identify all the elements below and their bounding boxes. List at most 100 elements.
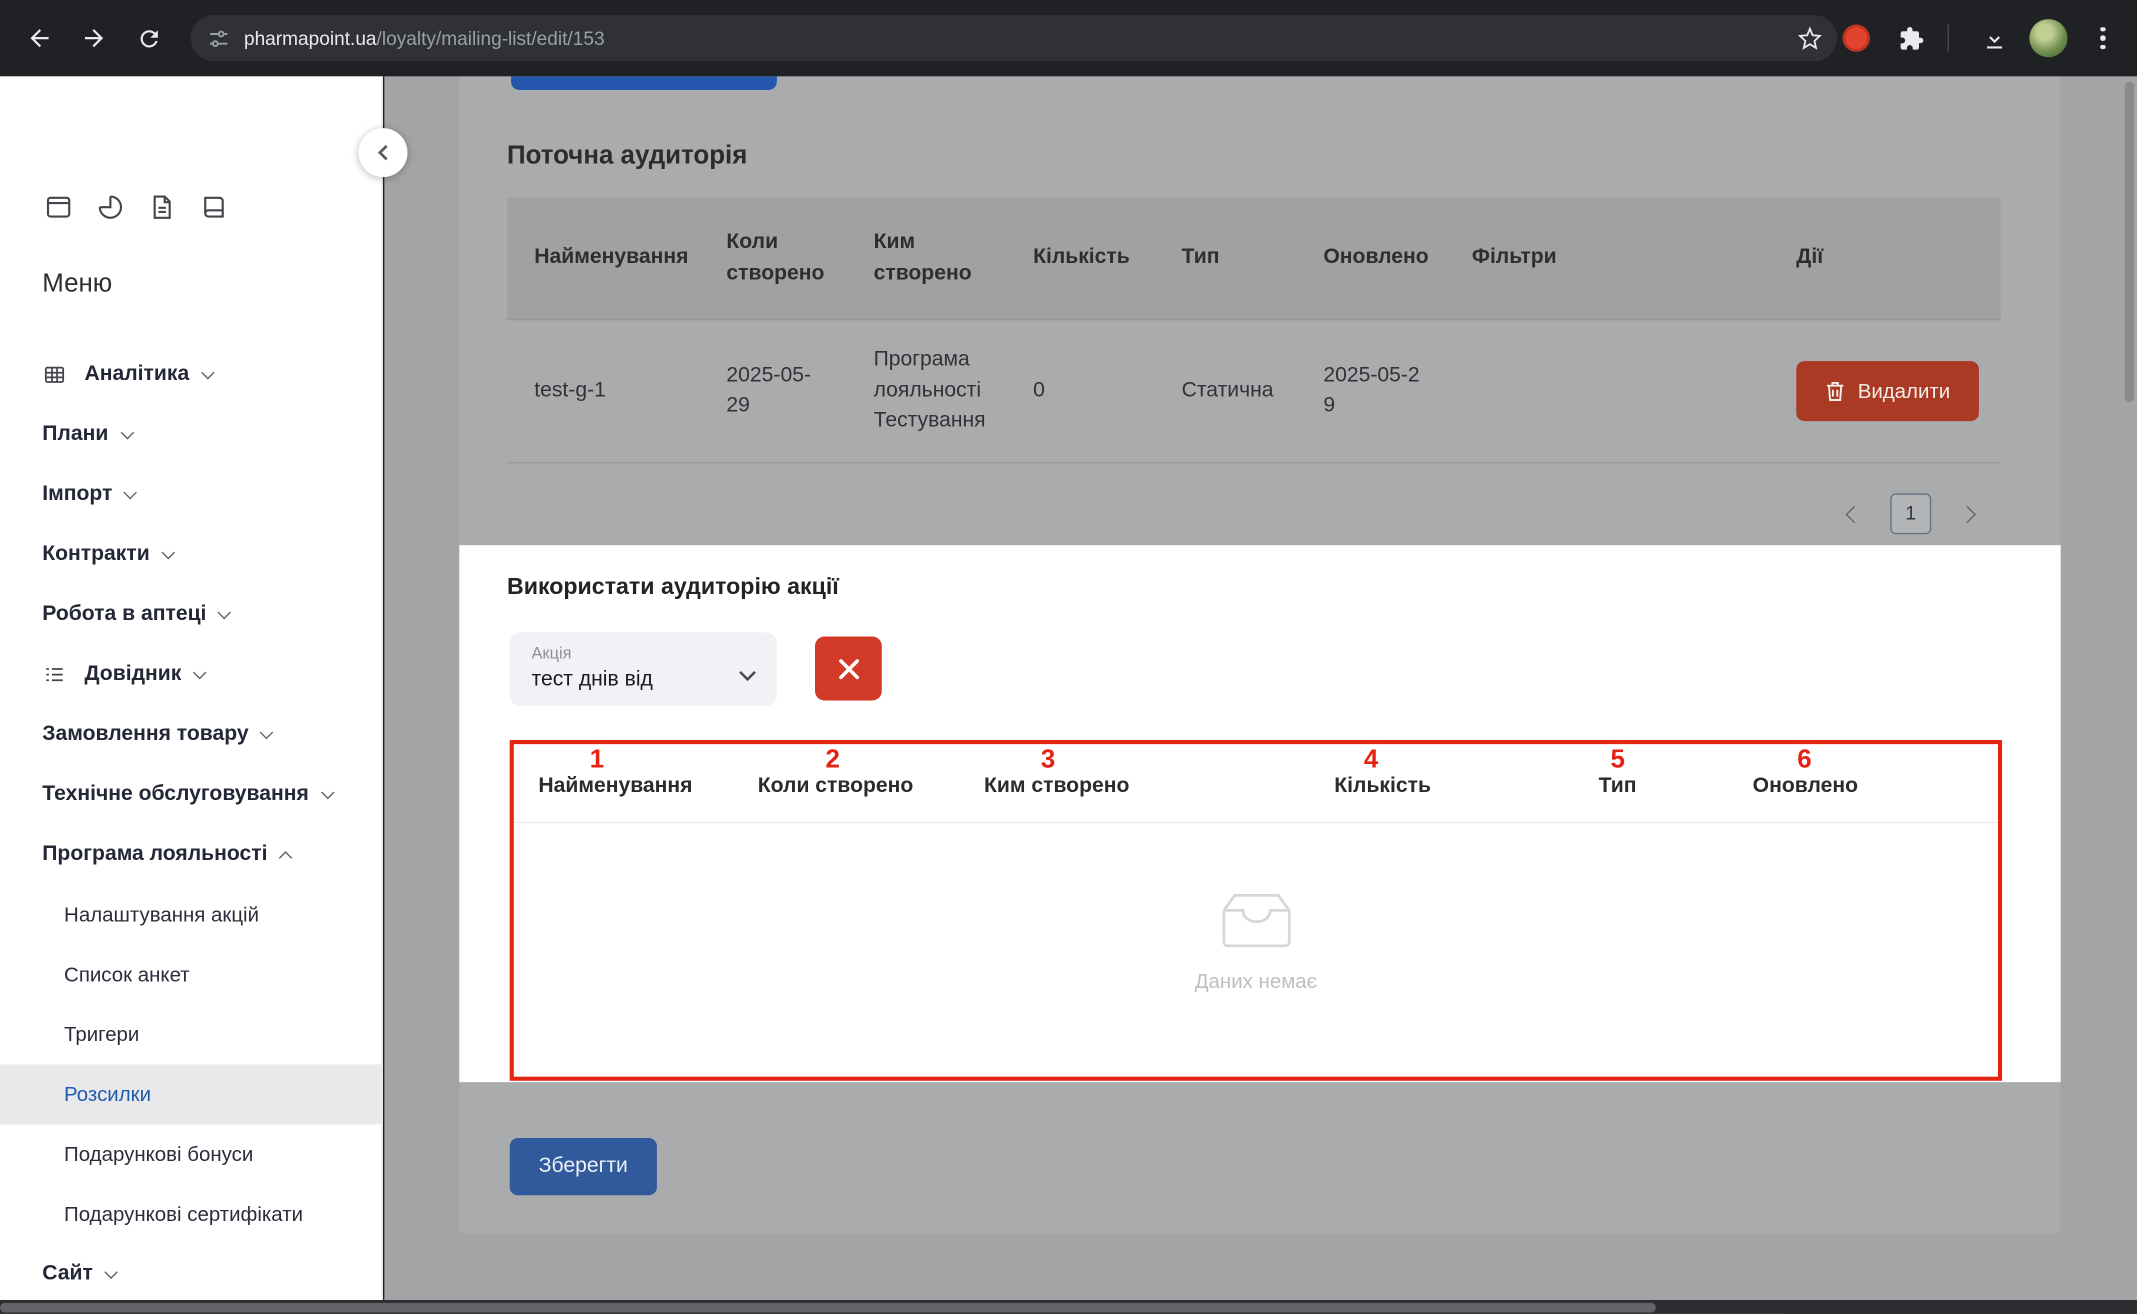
sidebar-item-directory[interactable]: Довідник [0, 645, 383, 705]
sidebar-item-import[interactable]: Імпорт [0, 465, 383, 525]
page-number[interactable]: 1 [1890, 493, 1931, 534]
profile-button[interactable] [2025, 15, 2071, 61]
sidebar-quick-icons [42, 191, 230, 224]
annotation-number-2: 2 [826, 745, 840, 775]
sidebar-item-label: Робота в аптеці [42, 602, 206, 627]
horizontal-scrollbar-thumb[interactable] [0, 1302, 1656, 1312]
vertical-scrollbar-thumb[interactable] [2125, 82, 2135, 402]
column-header: Найменування [507, 198, 699, 319]
chevron-up-icon [279, 851, 292, 864]
clipped-top-button[interactable] [511, 76, 777, 90]
sidebar-item-label: Контракти [42, 542, 149, 567]
current-audience-title: Поточна аудиторія [507, 142, 747, 172]
toolbar-divider [1948, 25, 1949, 52]
chevron-down-icon [104, 1265, 117, 1278]
cell-count: 0 [1006, 320, 1155, 462]
forward-icon [80, 25, 107, 52]
table-header-row: Найменування Коли створено Ким створено … [514, 744, 1998, 823]
horizontal-scrollbar[interactable] [0, 1300, 2137, 1314]
annotation-number-6: 6 [1797, 745, 1811, 775]
sidebar-item-loyalty-program[interactable]: Програма лояльності [0, 825, 383, 885]
browser-menu-button[interactable] [2080, 15, 2126, 61]
sidebar-collapse-button[interactable] [358, 128, 407, 177]
sidebar-item-site[interactable]: Сайт [0, 1244, 383, 1304]
forward-button[interactable] [71, 15, 117, 61]
annotation-number-5: 5 [1611, 745, 1625, 775]
sidebar-item-plans[interactable]: Плани [0, 405, 383, 465]
sidebar-subitem-label: Подарункові бонуси [64, 1143, 253, 1166]
column-header: Ким створено [846, 198, 1005, 319]
list-icon [42, 662, 67, 687]
reload-icon [136, 25, 162, 51]
sidebar-item-label: Довідник [84, 662, 181, 687]
select-label: Акція [532, 643, 572, 662]
sidebar-item-label: Технічне обслуговування [42, 782, 309, 807]
reload-button[interactable] [125, 15, 171, 61]
sidebar-item-pharmacy-work[interactable]: Робота в аптеці [0, 585, 383, 645]
sidebar-item-gift-certificates[interactable]: Подарункові сертифікати [0, 1184, 383, 1244]
pie-chart-icon[interactable] [94, 191, 127, 224]
prev-page-button[interactable] [1846, 505, 1863, 522]
delete-button[interactable]: Видалити [1796, 361, 1979, 421]
sidebar-item-goods-order[interactable]: Замовлення товару [0, 705, 383, 765]
main-content: Поточна аудиторія Найменування Коли ство… [384, 76, 2137, 1300]
column-header: Тип [1599, 774, 1637, 799]
chevron-down-icon [161, 545, 174, 558]
bookmark-button[interactable] [1796, 25, 1823, 59]
sidebar-subitem-label: Список анкет [64, 963, 190, 986]
sidebar-item-promo-settings[interactable]: Налаштування акцій [0, 885, 383, 945]
sidebar-subitem-label: Тригери [64, 1023, 139, 1046]
save-button[interactable]: Зберегти [510, 1138, 657, 1195]
sidebar-item-contracts[interactable]: Контракти [0, 525, 383, 585]
star-icon [1796, 25, 1823, 52]
book-icon[interactable] [198, 191, 231, 224]
avatar [2029, 19, 2067, 57]
downloads-button[interactable] [1971, 15, 2017, 61]
sidebar-item-label: Програма лояльності [42, 842, 267, 867]
browser-toolbar: pharmapoint.ua/loyalty/mailing-list/edit… [0, 0, 2137, 76]
column-header: Тип [1154, 198, 1296, 319]
sidebar-item-analytics[interactable]: Аналітика [0, 345, 383, 405]
close-icon [836, 656, 861, 681]
back-icon [26, 25, 53, 52]
empty-inbox-icon [1211, 891, 1301, 951]
menu-title: Меню [42, 270, 112, 300]
annotation-number-1: 1 [590, 745, 604, 775]
chevron-down-icon [201, 365, 214, 378]
column-header: Кількість [1006, 198, 1155, 319]
select-value: тест днів від [532, 668, 653, 693]
annotation-number-3: 3 [1041, 745, 1055, 775]
sidebar-item-questionnaires[interactable]: Список анкет [0, 944, 383, 1004]
sidebar-item-maintenance[interactable]: Технічне обслуговування [0, 765, 383, 825]
chevron-down-icon [193, 665, 206, 678]
window-icon[interactable] [42, 191, 75, 224]
annotated-audience-table: Найменування Коли створено Ким створено … [510, 740, 2002, 1081]
sidebar-item-triggers[interactable]: Тригери [0, 1004, 383, 1064]
adblock-extension-button[interactable] [1833, 15, 1879, 61]
site-settings-icon[interactable] [207, 27, 230, 50]
column-header: Ким створено [984, 774, 1129, 799]
puzzle-icon [1898, 25, 1924, 51]
column-header: Дії [1769, 198, 2001, 319]
clear-selection-button[interactable] [815, 636, 882, 700]
chevron-down-icon [120, 425, 133, 438]
sidebar-subitem-label: Розсилки [64, 1083, 151, 1106]
sidebar-item-mailings[interactable]: Розсилки [0, 1064, 383, 1124]
adblock-icon [1843, 25, 1870, 52]
use-audience-title: Використати аудиторію акції [507, 574, 839, 601]
cell-created-by: Програма лояльності Тестування [846, 320, 1005, 462]
kebab-menu-icon [2092, 19, 2113, 58]
url-bar[interactable]: pharmapoint.ua/loyalty/mailing-list/edit… [191, 15, 1837, 61]
cell-name: test-g-1 [507, 320, 699, 462]
sidebar: Меню Аналітика Плани Імпорт Контракти Ро… [0, 76, 383, 1300]
use-audience-panel: Використати аудиторію акції Акція тест д… [459, 545, 2060, 1082]
document-icon[interactable] [146, 191, 179, 224]
promo-select[interactable]: Акція тест днів від [510, 632, 777, 706]
screen: pharmapoint.ua/loyalty/mailing-list/edit… [0, 0, 2137, 1314]
extensions-button[interactable] [1888, 15, 1934, 61]
table-header-row: Найменування Коли створено Ким створено … [507, 198, 2001, 321]
back-button[interactable] [16, 15, 62, 61]
sidebar-item-gift-bonuses[interactable]: Подарункові бонуси [0, 1124, 383, 1184]
next-page-button[interactable] [1959, 505, 1976, 522]
chevron-down-icon [260, 725, 273, 738]
